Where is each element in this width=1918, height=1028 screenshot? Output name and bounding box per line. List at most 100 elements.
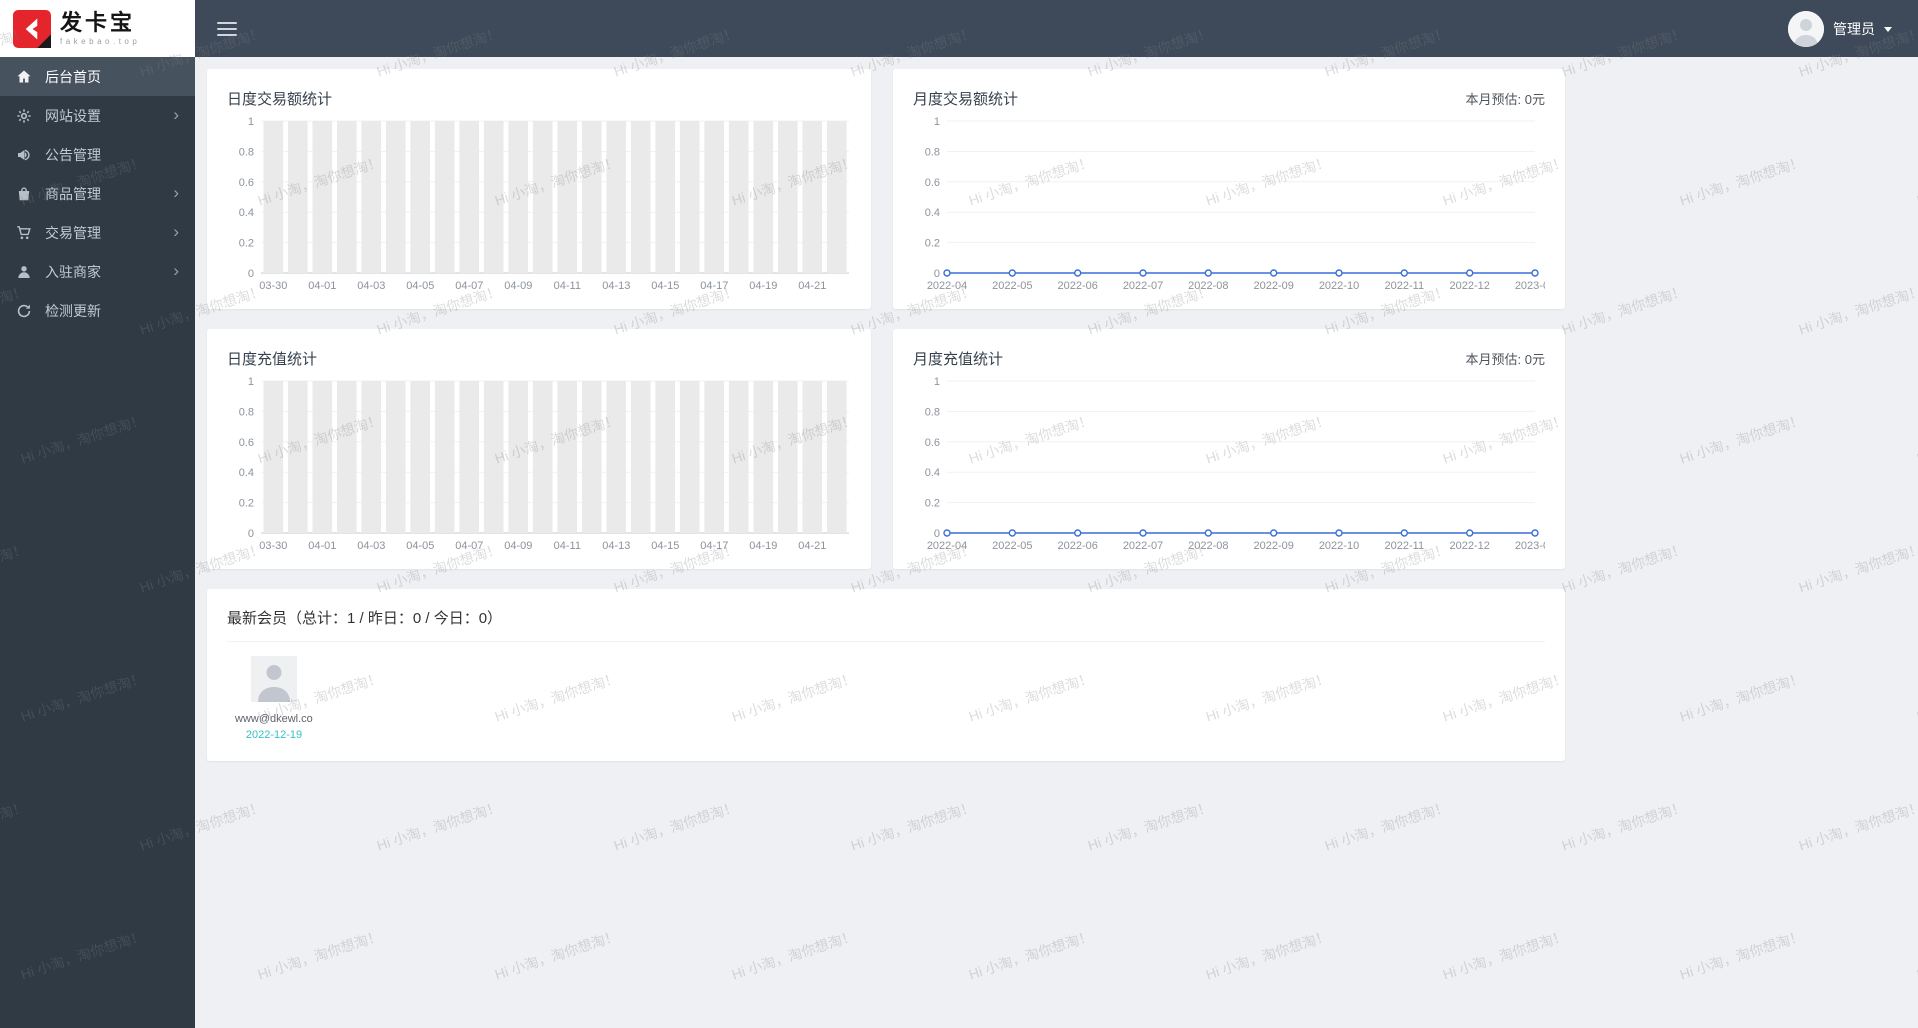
member-avatar: [251, 656, 297, 702]
watermark-text: Hi 小淘，淘你想淘！: [1796, 798, 1918, 854]
svg-text:2022-08: 2022-08: [1188, 540, 1228, 552]
svg-text:03-30: 03-30: [259, 540, 287, 552]
svg-text:04-11: 04-11: [554, 540, 581, 552]
home-icon: [17, 70, 31, 82]
card-monthly-trade: 月度交易额统计 本月预估: 0元 0 0.2 0.4 0.6 0.8 1 2022-04 20…: [893, 69, 1565, 309]
sidebar-item-transactions[interactable]: 交易管理 ›: [0, 213, 195, 252]
daily-trade-chart: 0 0.2 0.4 0.6 0.8 1 03-30 04-01 04-03 04-05 04-07 0…: [227, 113, 851, 295]
svg-text:2022-09: 2022-09: [1254, 540, 1294, 552]
svg-text:2022-06: 2022-06: [1058, 280, 1098, 292]
svg-text:0.6: 0.6: [925, 177, 940, 189]
sidebar-nav: 后台首页 网站设置 › 公告管理 商品管理 › 交易管理 › 入驻商家 › 检测…: [0, 57, 195, 1028]
sidebar-item-products[interactable]: 商品管理 ›: [0, 174, 195, 213]
svg-text:0.2: 0.2: [925, 238, 940, 250]
svg-text:2022-12: 2022-12: [1450, 540, 1490, 552]
user-menu[interactable]: 管理员: [1788, 0, 1892, 57]
brand-logo-icon: [13, 9, 51, 48]
svg-text:04-01: 04-01: [308, 540, 336, 552]
svg-text:0.6: 0.6: [239, 437, 254, 449]
watermark-text: Hi 小淘，淘你想淘！: [1559, 798, 1688, 854]
sidebar-toggle-button[interactable]: [217, 18, 237, 40]
gear-icon: [17, 108, 31, 123]
svg-text:0.8: 0.8: [239, 146, 254, 158]
svg-text:04-19: 04-19: [749, 280, 777, 292]
watermark-text: Hi 小淘，淘你想淘！: [729, 927, 858, 983]
chevron-right-icon: ›: [173, 222, 179, 241]
svg-text:2022-05: 2022-05: [992, 280, 1032, 292]
card-daily-recharge: 日度充值统计 0 0.2 0.4 0.6 0.8 1 03-30 04-01 04-03 04-0…: [207, 329, 871, 569]
daily-recharge-chart: 0 0.2 0.4 0.6 0.8 1 03-30 04-01 04-03 04-05 04-07 0…: [227, 373, 851, 555]
svg-text:04-15: 04-15: [651, 280, 679, 292]
update-icon: [17, 304, 31, 317]
svg-text:2022-10: 2022-10: [1319, 280, 1359, 292]
sidebar-item-check-update[interactable]: 检测更新: [0, 291, 195, 330]
svg-text:0: 0: [934, 268, 940, 280]
merchant-icon: [18, 265, 30, 278]
svg-text:2022-05: 2022-05: [992, 540, 1032, 552]
svg-text:04-15: 04-15: [651, 540, 679, 552]
watermark-text: Hi 小淘，淘你想淘！: [1203, 927, 1332, 983]
sidebar-item-dashboard[interactable]: 后台首页: [0, 57, 195, 96]
sidebar-item-announcements[interactable]: 公告管理: [0, 135, 195, 174]
member-email: www@dkewl.com: [235, 713, 313, 725]
watermark-text: Hi 小淘，淘你想淘！: [1085, 798, 1214, 854]
svg-text:0.8: 0.8: [239, 406, 254, 418]
svg-text:2022-08: 2022-08: [1188, 280, 1228, 292]
svg-text:0.6: 0.6: [925, 437, 940, 449]
sidebar-item-label: 入驻商家: [45, 263, 101, 280]
svg-text:2022-07: 2022-07: [1123, 280, 1163, 292]
svg-text:2022-11: 2022-11: [1385, 540, 1425, 552]
svg-text:0: 0: [248, 528, 254, 540]
sidebar-item-site-settings[interactable]: 网站设置 ›: [0, 96, 195, 135]
card-latest-members: 最新会员（总计：1 / 昨日：0 / 今日：0） www@dkewl.com 2…: [207, 589, 1565, 761]
svg-text:1: 1: [934, 376, 940, 388]
watermark-text: Hi 小淘，淘你想淘！: [1440, 927, 1569, 983]
svg-text:0.4: 0.4: [239, 467, 254, 479]
svg-text:0: 0: [934, 528, 940, 540]
svg-text:2022-10: 2022-10: [1319, 540, 1359, 552]
sidebar-item-label: 商品管理: [45, 185, 101, 202]
brand-logo[interactable]: 发卡宝 fakebao.top: [0, 0, 195, 57]
svg-text:04-17: 04-17: [700, 280, 728, 292]
svg-text:04-05: 04-05: [406, 540, 434, 552]
card-daily-trade: 日度交易额统计 0 0.2 0.4 0.6 0.8 1 03-30 04-01 04-03 04-…: [207, 69, 871, 309]
svg-text:2022-06: 2022-06: [1058, 540, 1098, 552]
cart-icon: [17, 225, 31, 239]
brand-domain: fakebao.top: [60, 36, 141, 46]
svg-text:04-19: 04-19: [749, 540, 777, 552]
svg-text:04-21: 04-21: [798, 540, 826, 552]
main-area: 日度交易额统计 0 0.2 0.4 0.6 0.8 1 03-30 04-01 04-03 04-…: [195, 0, 1918, 761]
svg-text:04-13: 04-13: [602, 280, 630, 292]
svg-text:04-05: 04-05: [406, 280, 434, 292]
announcement-icon: [18, 149, 30, 160]
top-header: 发卡宝 fakebao.top 管理员: [0, 0, 1918, 57]
svg-text:04-03: 04-03: [357, 540, 385, 552]
monthly-trade-chart: 0 0.2 0.4 0.6 0.8 1 2022-04 2022-05 2022-06 2022-…: [913, 113, 1555, 295]
svg-text:03-30: 03-30: [259, 280, 287, 292]
chevron-right-icon: ›: [173, 261, 179, 280]
watermark-text: Hi 小淘，淘你想淘！: [1677, 927, 1806, 983]
svg-text:2022-11: 2022-11: [1385, 280, 1425, 292]
sidebar-item-label: 网站设置: [45, 107, 101, 124]
svg-text:0.4: 0.4: [925, 467, 940, 479]
sidebar-item-label: 后台首页: [45, 68, 101, 85]
svg-text:0.4: 0.4: [925, 207, 940, 219]
user-name: 管理员: [1833, 20, 1875, 37]
member-item[interactable]: www@dkewl.com 2022-12-19: [235, 656, 313, 741]
sidebar-item-label: 交易管理: [45, 224, 101, 241]
sidebar-item-merchants[interactable]: 入驻商家 ›: [0, 252, 195, 291]
svg-text:0.2: 0.2: [925, 498, 940, 510]
watermark-text: Hi 小淘，淘你想淘！: [611, 798, 740, 854]
svg-text:1: 1: [934, 116, 940, 128]
card-title: 月度充值统计: [913, 350, 1004, 368]
watermark-text: Hi 小淘，淘你想淘！: [848, 798, 977, 854]
watermark-text: Hi 小淘，淘你想淘！: [255, 927, 384, 983]
brand-name: 发卡宝: [60, 9, 136, 35]
svg-text:04-09: 04-09: [504, 280, 532, 292]
chevron-right-icon: ›: [173, 105, 179, 124]
watermark-text: Hi 小淘，淘你想淘！: [1322, 798, 1451, 854]
svg-text:2022-07: 2022-07: [1123, 540, 1163, 552]
members-title: 最新会员（总计：1 / 昨日：0 / 今日：0）: [227, 607, 1545, 642]
svg-text:2022-04: 2022-04: [927, 540, 967, 552]
card-title: 月度交易额统计: [913, 90, 1019, 108]
